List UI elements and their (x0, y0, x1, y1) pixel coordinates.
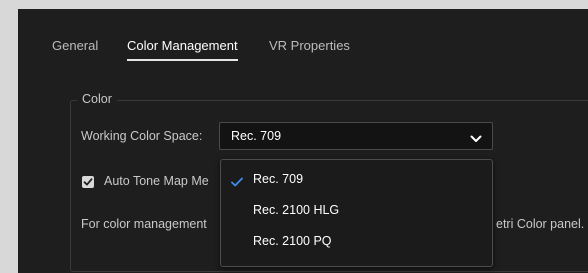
chevron-down-icon (470, 131, 482, 142)
tab-vr-properties[interactable]: VR Properties (269, 38, 350, 53)
color-management-note-end: etri Color panel. (496, 217, 585, 231)
auto-tone-map-label: Auto Tone Map Me (104, 174, 209, 188)
checkmark-icon (231, 174, 243, 192)
tab-bar: General Color Management VR Properties (18, 9, 588, 79)
dropdown-option-label: Rec. 2100 HLG (253, 203, 340, 217)
dropdown-option-rec2100-hlg[interactable]: Rec. 2100 HLG (221, 197, 492, 225)
working-color-space-value: Rec. 709 (231, 129, 282, 143)
checkmark-icon (83, 178, 93, 186)
color-group-legend: Color (77, 92, 117, 106)
dropdown-option-rec2100-pq[interactable]: Rec. 2100 PQ (221, 228, 492, 256)
project-settings-panel: General Color Management VR Properties C… (18, 9, 588, 273)
working-color-space-label: Working Color Space: (81, 129, 203, 143)
dropdown-option-label: Rec. 709 (253, 172, 304, 186)
dropdown-option-label: Rec. 2100 PQ (253, 234, 332, 248)
auto-tone-map-checkbox[interactable] (82, 176, 94, 188)
working-color-space-select[interactable]: Rec. 709 (219, 122, 493, 150)
tab-color-management[interactable]: Color Management (127, 38, 238, 61)
dropdown-option-rec709[interactable]: Rec. 709 (221, 166, 492, 194)
tab-general[interactable]: General (52, 38, 98, 53)
working-color-space-dropdown: Rec. 709 Rec. 2100 HLG Rec. 2100 PQ (220, 159, 493, 267)
